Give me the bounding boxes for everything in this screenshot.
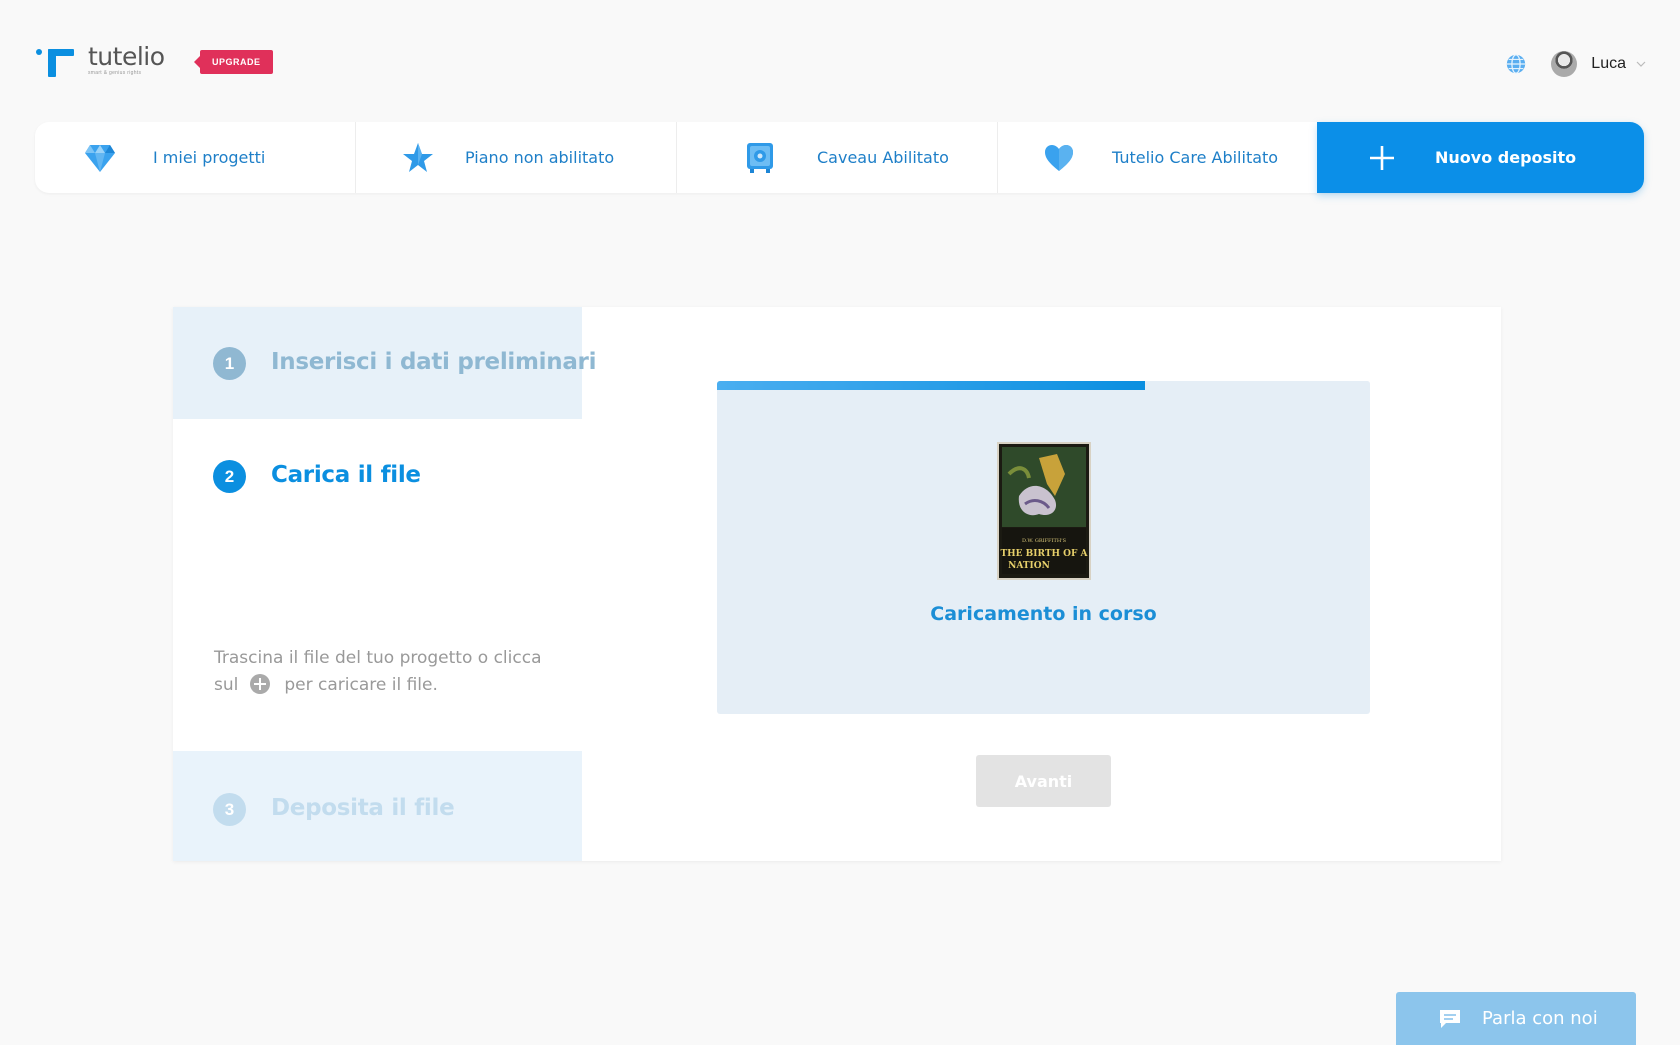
tab-label: Piano non abilitato (465, 148, 615, 167)
file-thumbnail: D.W. GRIFFITH'S THE BIRTH OF A NATION (997, 442, 1091, 580)
wizard-steps: 1 Inserisci i dati preliminari 2 Carica … (173, 307, 596, 861)
chevron-down-icon[interactable] (1636, 59, 1646, 69)
chat-label: Parla con noi (1482, 1008, 1598, 1029)
step-title: Carica il file (271, 462, 421, 488)
upload-progress-fill (717, 381, 1145, 390)
logo-mark-icon (34, 44, 76, 82)
globe-icon[interactable] (1505, 53, 1527, 75)
next-button[interactable]: Avanti (976, 755, 1111, 807)
tab-tutelio-care[interactable]: Tutelio Care Abilitato (998, 122, 1318, 193)
step-number: 1 (213, 347, 246, 380)
chat-bubble-icon (1440, 1009, 1460, 1028)
star-icon (403, 142, 433, 172)
upload-dropzone[interactable]: D.W. GRIFFITH'S THE BIRTH OF A NATION Ca… (717, 381, 1370, 714)
plus-icon (1370, 145, 1394, 170)
tab-label: I miei progetti (153, 148, 266, 167)
step-title: Inserisci i dati preliminari (271, 349, 597, 375)
step-deposit-file: 3 Deposita il file (173, 751, 582, 861)
upload-status: Caricamento in corso (930, 603, 1157, 625)
upgrade-button[interactable]: UPGRADE (194, 50, 273, 74)
svg-text:D.W. GRIFFITH'S: D.W. GRIFFITH'S (1022, 538, 1067, 544)
tab-label: Caveau Abilitato (817, 148, 949, 167)
step-title: Deposita il file (271, 795, 455, 821)
main-nav: I miei progetti Piano non abilitato Cave… (35, 122, 1644, 193)
step-preliminary-data[interactable]: 1 Inserisci i dati preliminari (173, 307, 596, 419)
user-name[interactable]: Luca (1591, 55, 1626, 73)
tutelio-logo[interactable]: tutelio smart & genius rights (34, 44, 165, 82)
new-deposit-label: Nuovo deposito (1435, 148, 1577, 167)
svg-text:NATION: NATION (1008, 561, 1050, 571)
tab-label: Tutelio Care Abilitato (1112, 148, 1279, 167)
upload-progress-bar (717, 381, 1370, 390)
add-file-icon (250, 674, 271, 694)
upload-hint: Trascina il file del tuo progetto o clic… (214, 648, 542, 695)
step-upload-file: 2 Carica il file Trascina il file del tu… (173, 419, 582, 751)
avatar[interactable] (1551, 51, 1578, 77)
step-number: 3 (213, 793, 246, 826)
step-number: 2 (213, 460, 246, 493)
chat-button[interactable]: Parla con noi (1396, 992, 1636, 1045)
brand-name: tutelio (88, 42, 165, 71)
diamond-icon (85, 144, 115, 172)
heart-icon (1045, 144, 1073, 171)
tab-my-projects[interactable]: I miei progetti (35, 122, 356, 193)
brand-tagline: smart & genius rights (88, 70, 142, 76)
tab-vault[interactable]: Caveau Abilitato (677, 122, 998, 193)
safe-icon (747, 142, 773, 173)
deposit-wizard: 1 Inserisci i dati preliminari 2 Carica … (173, 307, 1501, 861)
new-deposit-button[interactable]: Nuovo deposito (1317, 122, 1644, 193)
tab-plan[interactable]: Piano non abilitato (356, 122, 677, 193)
svg-text:THE BIRTH OF A: THE BIRTH OF A (1000, 549, 1088, 559)
